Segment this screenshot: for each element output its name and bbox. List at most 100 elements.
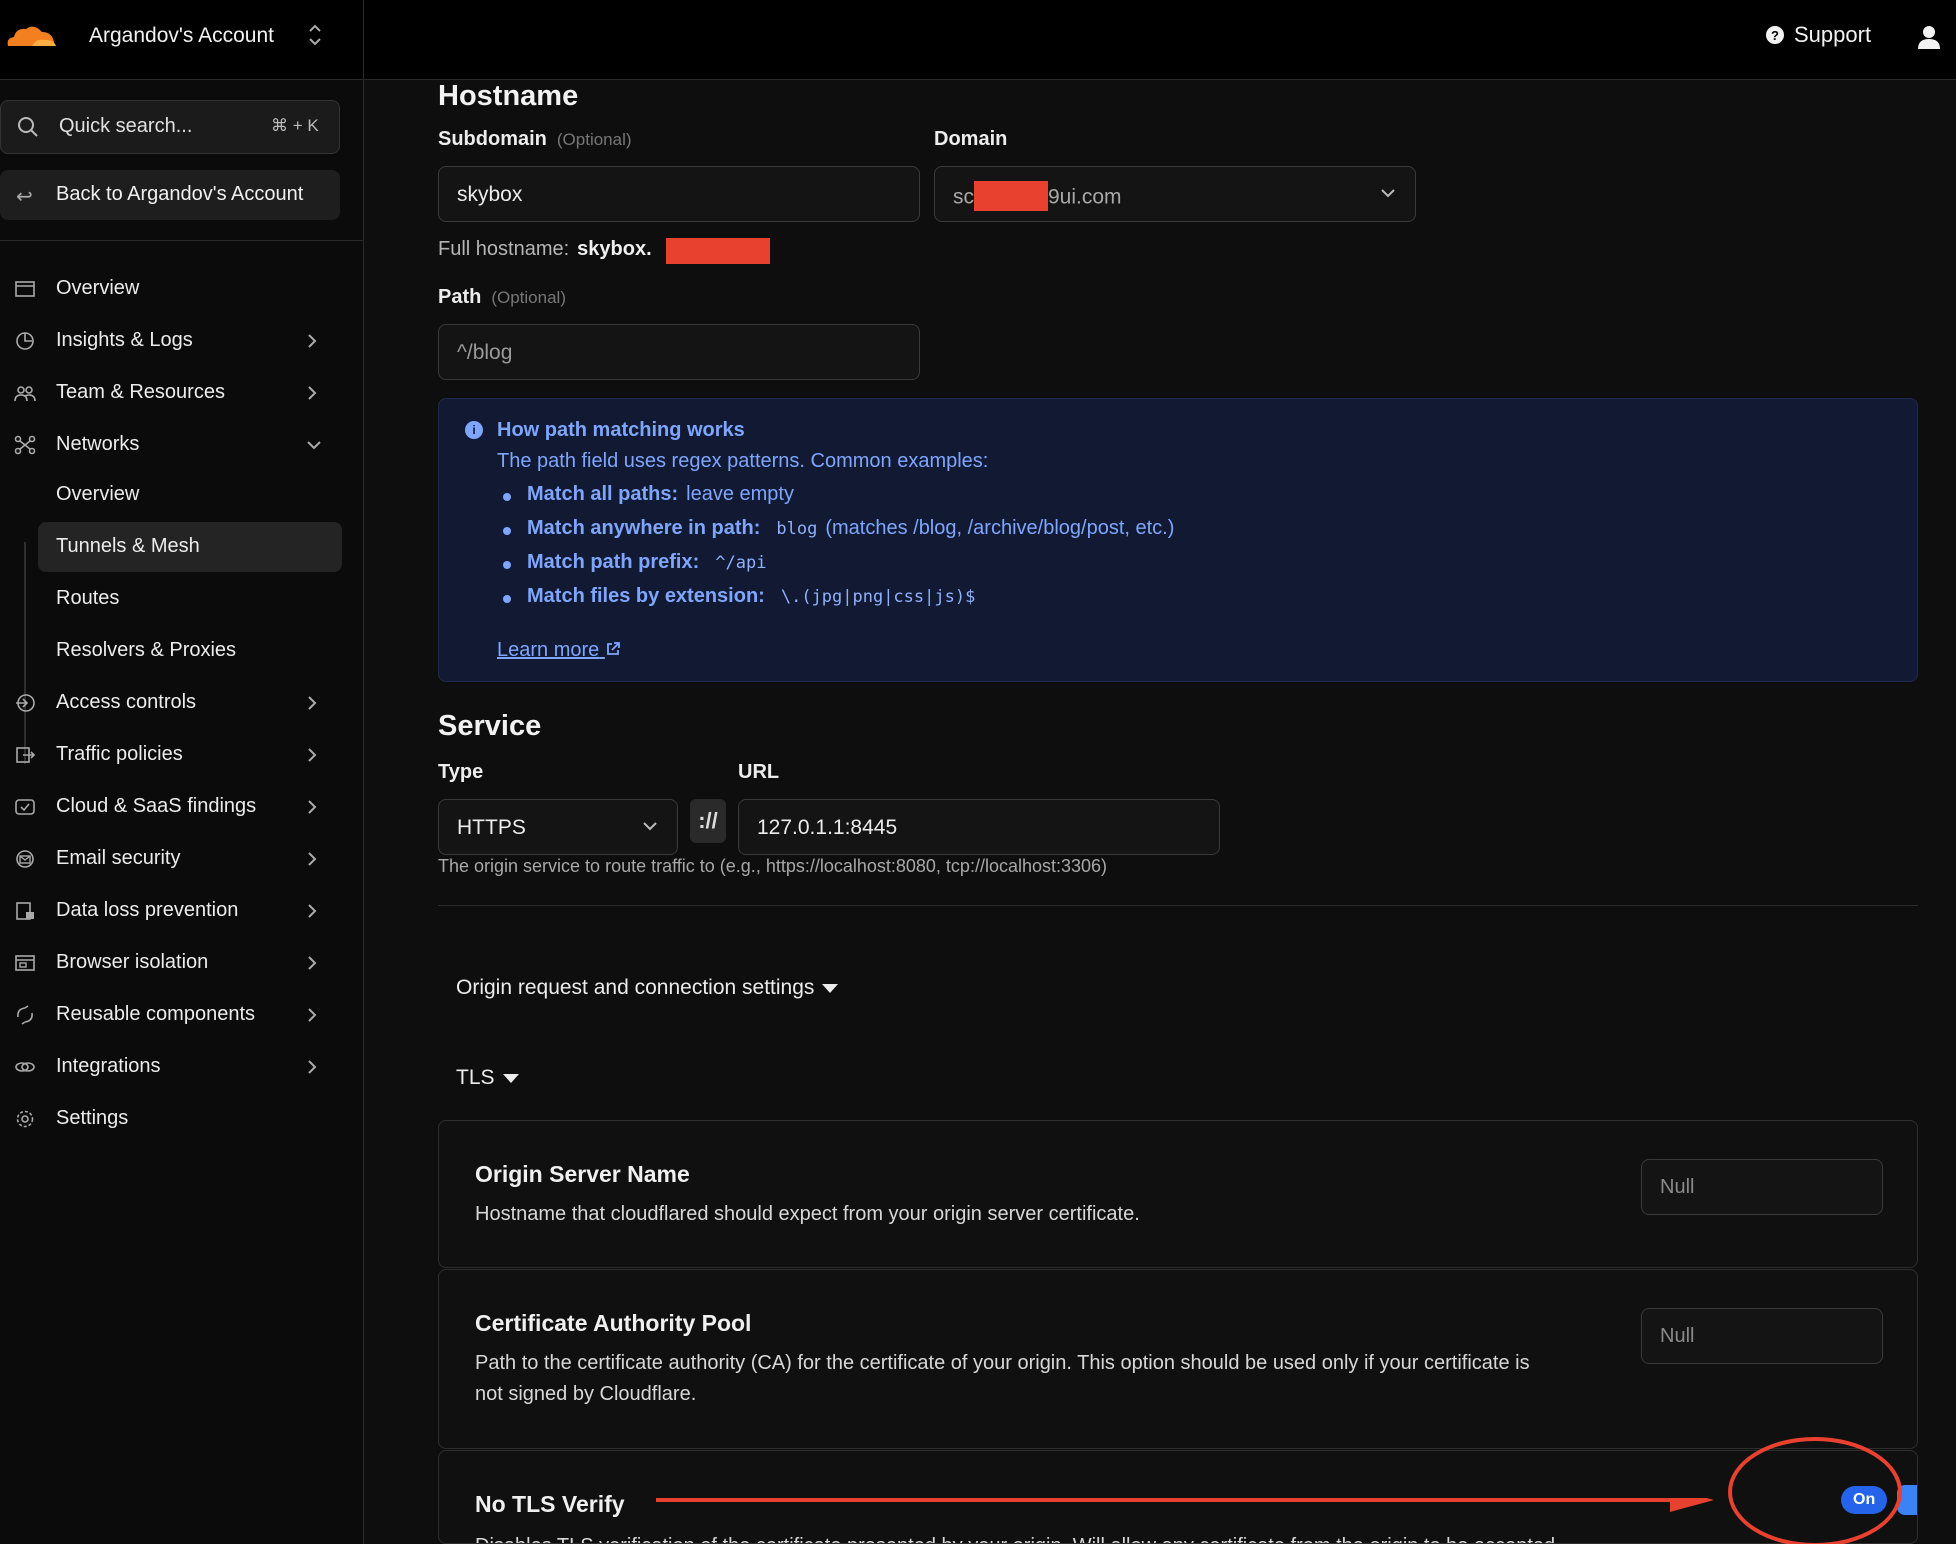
chevron-right-icon xyxy=(308,748,317,762)
ca-pool-input[interactable]: Null xyxy=(1641,1308,1883,1364)
redaction-box xyxy=(974,181,1048,211)
domain-select[interactable]: sc 9ui.com xyxy=(934,166,1416,222)
optional-tag: (Optional) xyxy=(491,288,566,307)
example-text: (matches /blog, /archive/blog/post, etc.… xyxy=(825,517,1175,539)
type-select[interactable]: HTTPS xyxy=(438,799,678,855)
sidebar-subitem-resolvers-proxies[interactable]: Resolvers & Proxies xyxy=(38,626,342,676)
sidebar-item-networks[interactable]: Networks xyxy=(0,422,340,468)
url-input[interactable]: 127.0.1.1:8445 xyxy=(738,799,1220,855)
sidebar-divider xyxy=(0,240,364,241)
no-tls-verify-card: No TLS Verify Disables TLS verification … xyxy=(438,1450,1918,1544)
url-label: URL xyxy=(738,761,780,783)
sidebar-item-cloud-saas-findings[interactable]: Cloud & SaaS findings xyxy=(0,784,340,830)
help-circle-icon: ? xyxy=(1766,26,1784,44)
user-icon[interactable] xyxy=(1916,24,1942,50)
card-title: No TLS Verify xyxy=(475,1491,625,1517)
submenu-guide-line xyxy=(24,542,26,764)
back-to-account-button[interactable]: ↩ Back to Argandov's Account xyxy=(0,170,340,220)
window-icon xyxy=(15,281,35,297)
sidebar-item-insights-logs[interactable]: Insights & Logs xyxy=(0,318,340,364)
subdomain-input[interactable]: skybox xyxy=(438,166,920,222)
service-hint: The origin service to route traffic to (… xyxy=(438,856,1108,876)
sidebar: Quick search... ⌘ + K ↩ Back to Argandov… xyxy=(0,80,364,1544)
origin-settings-toggle[interactable]: Origin request and connection settings xyxy=(456,976,839,1000)
path-matching-info-box: i How path matching works The path field… xyxy=(438,398,1918,682)
mail-shield-icon xyxy=(16,850,34,868)
info-examples-list: Match all paths: leave empty Match anywhe… xyxy=(497,483,1897,619)
info-description: The path field uses regex patterns. Comm… xyxy=(497,450,989,472)
sidebar-item-settings[interactable]: Settings xyxy=(0,1096,340,1142)
origin-server-name-card: Origin Server Name Hostname that cloudfl… xyxy=(438,1120,1918,1268)
service-heading: Service xyxy=(438,710,542,742)
account-switcher[interactable]: Argandov's Account xyxy=(0,0,364,80)
full-hostname-text: Full hostname: skybox. xyxy=(438,238,652,261)
card-description: Path to the certificate authority (CA) f… xyxy=(475,1352,1530,1405)
type-value: HTTPS xyxy=(457,816,526,839)
chevron-right-icon xyxy=(308,800,317,814)
example-code: ^/api xyxy=(715,553,767,573)
quick-search-input[interactable]: Quick search... ⌘ + K xyxy=(0,100,340,154)
learn-more-link[interactable]: Learn more xyxy=(497,639,621,662)
tls-label: TLS xyxy=(456,1066,495,1089)
info-icon: i xyxy=(465,421,483,439)
chevron-up-down-icon[interactable] xyxy=(308,22,322,48)
external-link-icon xyxy=(606,642,620,655)
sidebar-item-label: Browser isolation xyxy=(56,951,209,973)
example-code: \.(jpg|png|css|js)$ xyxy=(780,587,976,607)
sidebar-subitem-overview[interactable]: Overview xyxy=(38,470,342,520)
users-icon xyxy=(14,386,36,402)
path-label-text: Path xyxy=(438,286,482,308)
caret-down-icon xyxy=(502,1073,519,1083)
chevron-right-icon xyxy=(308,956,317,970)
sidebar-item-browser-isolation[interactable]: Browser isolation xyxy=(0,940,340,986)
annotation-circle xyxy=(1728,1437,1902,1544)
chevron-right-icon xyxy=(308,852,317,866)
sidebar-item-access-controls[interactable]: Access controls xyxy=(0,680,340,726)
chevron-right-icon xyxy=(308,386,317,400)
sidebar-item-label: Access controls xyxy=(56,691,197,713)
example-code: blog xyxy=(776,519,818,539)
sidebar-item-traffic-policies[interactable]: Traffic policies xyxy=(0,732,340,778)
info-title: How path matching works xyxy=(497,419,745,441)
sidebar-item-overview[interactable]: Overview xyxy=(0,266,340,312)
example-label: Match files by extension: xyxy=(527,585,765,607)
chevron-right-icon xyxy=(308,1060,317,1074)
sidebar-item-label: Overview xyxy=(56,277,140,299)
subdomain-label-text: Subdomain xyxy=(438,128,547,150)
example-label: Match path prefix: xyxy=(527,551,700,573)
chevron-down-icon xyxy=(307,441,321,450)
sidebar-subitem-routes[interactable]: Routes xyxy=(38,574,342,624)
sidebar-subitem-label: Routes xyxy=(56,587,120,609)
sidebar-item-data-loss-prevention[interactable]: Data loss prevention xyxy=(0,888,340,934)
sidebar-item-label: Cloud & SaaS findings xyxy=(56,795,257,817)
sidebar-item-email-security[interactable]: Email security xyxy=(0,836,340,882)
card-description: Disables TLS verification of the certifi… xyxy=(475,1531,1775,1543)
sidebar-subitem-label: Resolvers & Proxies xyxy=(56,639,237,661)
sidebar-item-team-resources[interactable]: Team & Resources xyxy=(0,370,340,416)
sidebar-item-label: Traffic policies xyxy=(56,743,183,765)
list-item: Match anywhere in path: blog (matches /blo… xyxy=(497,517,1897,551)
protocol-separator: :// xyxy=(690,799,726,843)
sidebar-item-label: Reusable components xyxy=(56,1003,256,1025)
sidebar-item-integrations[interactable]: Integrations xyxy=(0,1044,340,1090)
sidebar-item-reusable-components[interactable]: Reusable components xyxy=(0,992,340,1038)
sidebar-item-label: Team & Resources xyxy=(56,381,225,403)
card-description: Hostname that cloudflared should expect … xyxy=(475,1203,1140,1225)
back-arrow-icon: ↩ xyxy=(16,186,33,208)
link-icon xyxy=(15,1062,35,1072)
tls-toggle[interactable]: TLS xyxy=(456,1066,519,1090)
document-lock-icon xyxy=(16,902,34,920)
sidebar-subitem-tunnels-mesh[interactable]: Tunnels & Mesh xyxy=(38,522,342,572)
full-hostname-label: Full hostname: xyxy=(438,238,570,260)
support-button[interactable]: ? Support xyxy=(1766,22,1871,48)
domain-prefix: sc xyxy=(953,185,974,209)
list-item: Match files by extension: \.(jpg|png|css|… xyxy=(497,585,1897,619)
sign-in-icon xyxy=(16,694,35,712)
chevron-right-icon xyxy=(308,1008,317,1022)
annotation-arrow-icon xyxy=(656,1498,1714,1512)
origin-settings-label: Origin request and connection settings xyxy=(456,976,815,999)
main-content: Hostname Subdomain (Optional) skybox Doma… xyxy=(364,80,1956,1544)
origin-server-name-input[interactable]: Null xyxy=(1641,1159,1883,1215)
domain-suffix: 9ui.com xyxy=(1048,185,1122,209)
path-input[interactable]: ^/blog xyxy=(438,324,920,380)
